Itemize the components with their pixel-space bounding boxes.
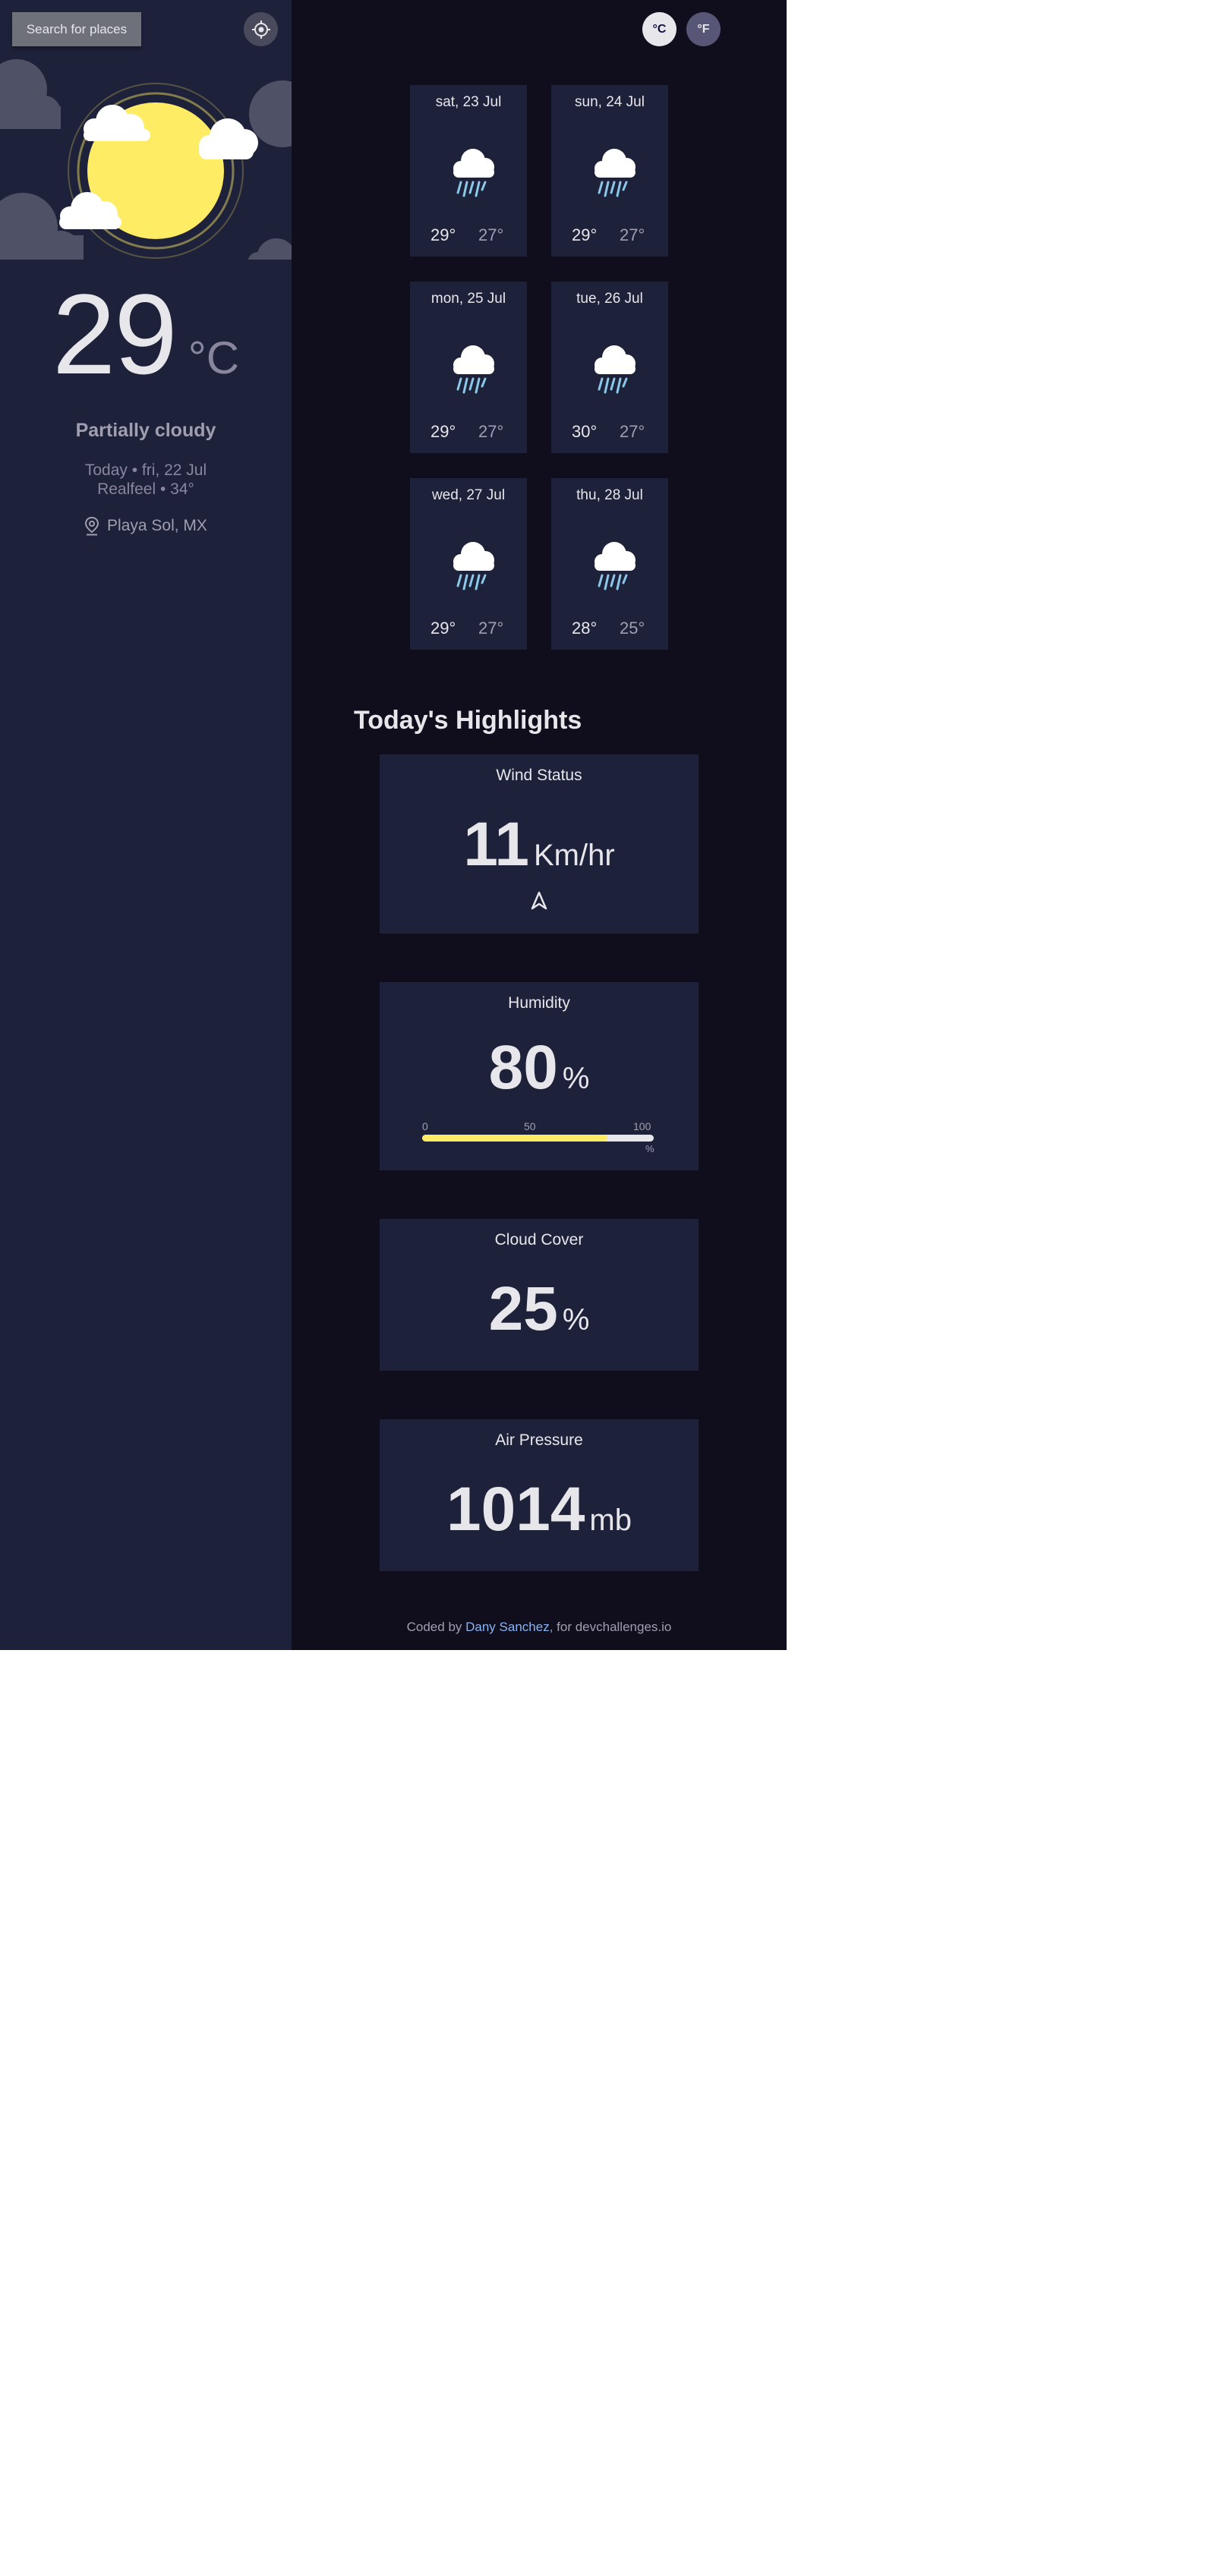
- humidity-bar: [422, 1135, 654, 1142]
- fahrenheit-toggle[interactable]: °F: [686, 12, 721, 46]
- rain-cloud-icon: [594, 149, 636, 197]
- forecast-min: 27°: [478, 422, 504, 441]
- rain-cloud-icon: [453, 542, 494, 590]
- air-pressure-value-row: 1014 mb: [380, 1479, 699, 1541]
- author-link[interactable]: Dany Sanchez: [465, 1620, 550, 1634]
- forecast-date: thu, 28 Jul: [576, 487, 643, 503]
- wind-status-title: Wind Status: [496, 767, 582, 784]
- cloud-cover-unit: %: [562, 1303, 590, 1337]
- current-temperature: 29 °C: [0, 277, 292, 414]
- cloud-cover-value: 25: [488, 1274, 558, 1343]
- forecast-max: 28°: [572, 619, 598, 638]
- air-pressure-card: Air Pressure 1014 mb: [380, 1419, 699, 1571]
- forecast-max: 30°: [572, 422, 598, 441]
- forecast-max: 29°: [572, 225, 598, 244]
- sidebar: Search for places 29 °C Partially cloudy…: [0, 0, 292, 1650]
- air-pressure-title: Air Pressure: [495, 1431, 583, 1449]
- forecast-card: sat, 23 Jul 29° 27°: [410, 85, 527, 257]
- location-pin-icon: [84, 516, 99, 536]
- footer: Coded by Dany Sanchez, for devchallenges…: [292, 1620, 787, 1635]
- humidity-card: Humidity 80 % 0 50 100 %: [380, 982, 699, 1170]
- current-location-button[interactable]: [244, 12, 278, 46]
- weather-app: Search for places 29 °C Partially cloudy…: [0, 0, 787, 1650]
- humidity-title: Humidity: [508, 994, 570, 1012]
- celsius-toggle[interactable]: °C: [642, 12, 676, 46]
- footer-suffix: , for devchallenges.io: [549, 1620, 672, 1634]
- scale-unit-label: %: [645, 1143, 654, 1154]
- wind-status-value-row: 11 Km/hr: [380, 814, 699, 876]
- scale-max-label: 100: [633, 1120, 651, 1132]
- humidity-value-row: 80 %: [380, 1037, 699, 1099]
- footer-prefix: Coded by: [406, 1620, 466, 1634]
- scale-min-label: 0: [422, 1120, 428, 1132]
- forecast-max: 29°: [430, 422, 456, 441]
- forecast-card: thu, 28 Jul 28° 25°: [551, 478, 668, 650]
- forecast-card: wed, 27 Jul 29° 27°: [410, 478, 527, 650]
- forecast-card: tue, 26 Jul 30° 27°: [551, 282, 668, 453]
- rain-cloud-icon: [594, 542, 636, 590]
- temperature-unit: °C: [188, 332, 240, 383]
- location-name: Playa Sol, MX: [107, 517, 207, 534]
- location: Playa Sol, MX: [0, 516, 292, 536]
- search-places-button[interactable]: Search for places: [12, 12, 141, 46]
- humidity-unit: %: [562, 1062, 590, 1095]
- crosshair-icon: [251, 20, 270, 39]
- realfeel: Realfeel • 34°: [97, 480, 194, 498]
- forecast-date: sat, 23 Jul: [435, 94, 502, 110]
- forecast-date: mon, 25 Jul: [430, 291, 506, 307]
- forecast-card: mon, 25 Jul 29° 27°: [410, 282, 527, 453]
- forecast-max: 29°: [430, 619, 456, 638]
- forecast-date: tue, 26 Jul: [576, 291, 643, 307]
- highlights-title: Today's Highlights: [354, 706, 582, 735]
- current-date: Today • fri, 22 Jul: [84, 461, 207, 479]
- forecast-min: 27°: [620, 225, 645, 244]
- air-pressure-value: 1014: [446, 1475, 585, 1544]
- forecast-min: 27°: [478, 619, 504, 638]
- cloud-icon: [199, 118, 258, 159]
- weather-condition: Partially cloudy: [75, 420, 216, 441]
- temperature-value: 29: [52, 270, 178, 398]
- forecast-card: sun, 24 Jul 29° 27°: [551, 85, 668, 257]
- forecast-min: 25°: [620, 619, 645, 638]
- humidity-value: 80: [488, 1033, 558, 1102]
- humidity-scale: 0 50 100: [422, 1120, 654, 1134]
- sun-icon: [68, 83, 244, 259]
- wind-status-card: Wind Status 11 Km/hr: [380, 754, 699, 934]
- forecast-min: 27°: [620, 422, 645, 441]
- air-pressure-unit: mb: [589, 1504, 632, 1537]
- forecast-max: 29°: [430, 225, 456, 244]
- rain-cloud-icon: [453, 345, 494, 394]
- cloud-cover-title: Cloud Cover: [494, 1231, 584, 1249]
- scale-mid-label: 50: [524, 1120, 536, 1132]
- navigation-arrow-icon: [531, 891, 547, 910]
- cloud-cover-card: Cloud Cover 25 %: [380, 1219, 699, 1371]
- wind-speed-unit: Km/hr: [534, 839, 615, 872]
- forecast-date: sun, 24 Jul: [575, 94, 645, 110]
- rain-cloud-icon: [594, 345, 636, 394]
- cloud-cover-value-row: 25 %: [380, 1278, 699, 1340]
- forecast-date: wed, 27 Jul: [431, 487, 506, 503]
- weather-hero-illustration: [0, 53, 292, 278]
- forecast-min: 27°: [478, 225, 504, 244]
- rain-cloud-icon: [453, 149, 494, 197]
- humidity-bar-fill: [422, 1135, 607, 1142]
- wind-speed-value: 11: [463, 810, 529, 879]
